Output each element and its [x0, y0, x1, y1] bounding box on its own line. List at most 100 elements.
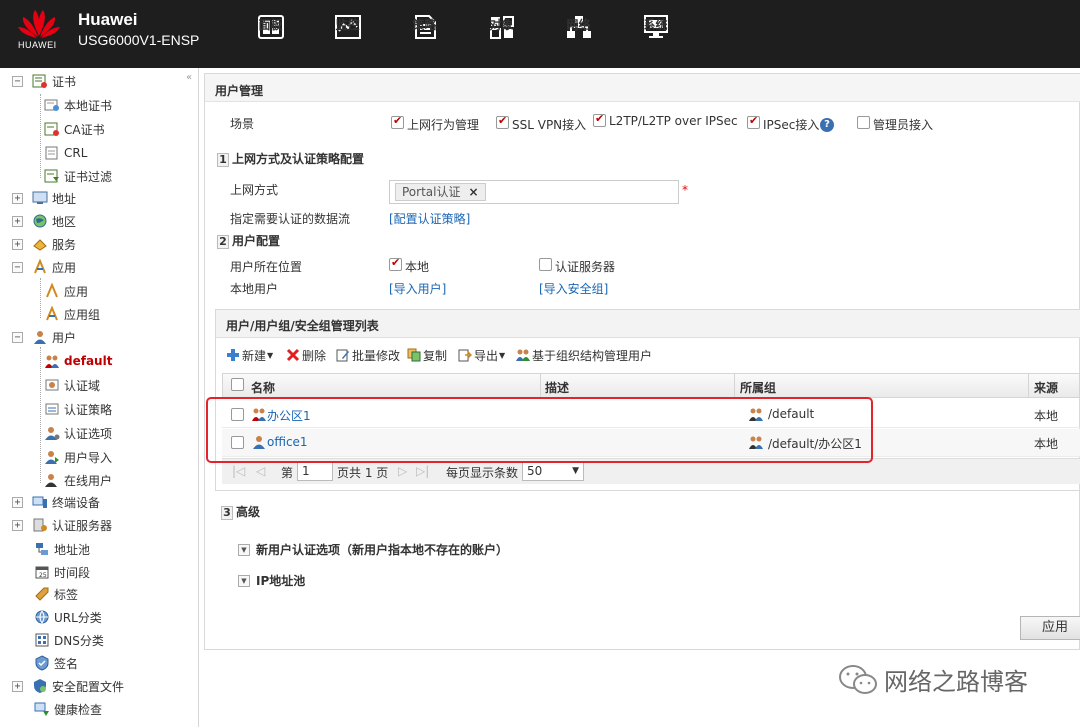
sidebar-item-auth-policy[interactable]: 认证策略	[44, 398, 112, 420]
auth-domain-icon	[45, 379, 59, 391]
scene-sslvpn-label: SSL VPN接入	[512, 118, 587, 132]
per-page-select[interactable]: 50 ▼	[522, 461, 584, 481]
export-button[interactable]: 导出 ▼	[458, 346, 505, 364]
prev-page-button[interactable]: ◁	[256, 464, 265, 478]
first-page-button[interactable]: |◁	[232, 464, 245, 478]
page-prefix: 第	[281, 466, 294, 480]
collapse-toggle[interactable]: −	[12, 261, 23, 273]
sidebar-collapse-button[interactable]: «	[186, 72, 192, 83]
expand-toggle[interactable]: +	[12, 192, 23, 204]
sidebar-item-signature[interactable]: 签名	[34, 652, 78, 674]
col-group[interactable]: 所属组	[740, 379, 776, 396]
sidebar-item-region[interactable]: + 地区	[12, 210, 76, 232]
collapse-toggle[interactable]: −	[12, 331, 23, 343]
sidebar-item-certificate[interactable]: − 证书	[12, 70, 76, 92]
sidebar-item-auth-options[interactable]: 认证选项	[44, 422, 112, 444]
location-local-checkbox[interactable]	[389, 256, 402, 271]
section3-number: 3	[221, 506, 233, 520]
service-icon	[33, 239, 47, 251]
last-page-button[interactable]: ▷|	[416, 464, 429, 478]
nav-system[interactable]: 系统	[617, 0, 694, 68]
expand-toggle[interactable]: +	[12, 680, 23, 692]
chevron-down-icon: ▼	[238, 574, 250, 587]
sidebar-item-online-users[interactable]: 在线用户	[44, 469, 112, 491]
col-name[interactable]: 名称	[251, 379, 275, 396]
delete-button[interactable]: 删除	[286, 346, 326, 364]
location-local-label: 本地	[405, 260, 430, 274]
row-source: 本地	[1034, 409, 1059, 423]
health-check-icon	[34, 702, 49, 716]
batch-edit-button[interactable]: 批量修改	[336, 346, 400, 364]
sidebar-item-auth-server[interactable]: + 认证服务器	[12, 514, 112, 536]
sidebar-item-health-check[interactable]: 健康检查	[34, 698, 102, 720]
sidebar-item-crl[interactable]: CRL	[44, 142, 87, 164]
auth-options-icon	[45, 427, 60, 440]
sidebar-item-user[interactable]: − 用户	[12, 326, 76, 348]
org-users-icon	[516, 349, 530, 361]
scene-internet-checkbox[interactable]	[391, 114, 404, 129]
tag-remove-icon[interactable]: ×	[468, 185, 478, 199]
scene-admin-checkbox[interactable]	[857, 116, 870, 129]
expand-toggle[interactable]: +	[12, 496, 23, 508]
page-suffix: 页共 1 页	[337, 466, 389, 480]
sidebar-item-user-import[interactable]: 用户导入	[44, 446, 112, 468]
sidebar-item-url-category[interactable]: URL分类	[34, 606, 102, 628]
scene-sslvpn-checkbox[interactable]	[496, 114, 509, 129]
sidebar-item-address[interactable]: + 地址	[12, 187, 76, 209]
import-security-group-link[interactable]: [导入安全组]	[539, 280, 608, 297]
huawei-logo	[18, 10, 60, 38]
sidebar-item-dns-category[interactable]: DNS分类	[34, 629, 104, 651]
expand-toggle[interactable]: +	[12, 519, 23, 531]
certificate-icon	[32, 74, 47, 88]
highlight-box	[206, 397, 873, 463]
nav-policy[interactable]: 策略	[386, 0, 463, 68]
online-users-icon	[45, 474, 57, 487]
expand-toggle[interactable]: +	[12, 215, 23, 227]
help-icon[interactable]: ?	[820, 118, 834, 132]
copy-button[interactable]: 复制	[407, 346, 447, 364]
sidebar-item-security-profile[interactable]: + 安全配置文件	[12, 675, 124, 697]
app-group-icon	[46, 306, 58, 321]
sidebar-item-ca-cert[interactable]: CA证书	[44, 118, 105, 140]
location-server-checkbox[interactable]	[539, 258, 552, 271]
sidebar-item-auth-domain[interactable]: 认证域	[44, 374, 100, 396]
import-user-link[interactable]: [导入用户]	[389, 280, 446, 297]
sidebar-item-app[interactable]: 应用	[44, 280, 88, 302]
shield-icon	[35, 655, 49, 671]
section1-number: 1	[217, 153, 229, 167]
scene-label: 场景	[230, 117, 255, 131]
access-mode-input[interactable]: Portal认证 ×	[389, 180, 679, 204]
nav-dashboard[interactable]: 面板	[232, 0, 309, 68]
org-manage-button[interactable]: 基于组织结构管理用户	[516, 346, 652, 364]
scene-l2tp-checkbox[interactable]	[593, 112, 606, 127]
ip-pool-expander[interactable]: ▼ IP地址池	[238, 572, 305, 589]
sidebar-item-cert-filter[interactable]: 证书过滤	[44, 165, 112, 187]
sidebar-item-service[interactable]: + 服务	[12, 233, 76, 255]
expand-toggle[interactable]: +	[12, 238, 23, 250]
next-page-button[interactable]: ▷	[398, 464, 407, 478]
scene-ipsec-checkbox[interactable]	[747, 114, 760, 129]
delete-icon	[286, 348, 300, 362]
nav-network[interactable]: 网络	[540, 0, 617, 68]
sidebar-item-tag[interactable]: 标签	[34, 583, 78, 605]
page-number-input[interactable]: 1	[297, 461, 333, 481]
select-all-checkbox[interactable]	[231, 378, 244, 391]
sidebar-item-app-group[interactable]: 应用组	[44, 303, 100, 325]
new-user-auth-expander[interactable]: ▼ 新用户认证选项（新用户指本地不存在的账户）	[238, 541, 508, 558]
new-button[interactable]: 新建 ▼	[226, 346, 273, 364]
nav-object[interactable]: 对象	[463, 0, 540, 68]
col-source[interactable]: 来源	[1034, 379, 1058, 396]
sidebar-item-terminal[interactable]: + 终端设备	[12, 491, 100, 513]
collapse-toggle[interactable]: −	[12, 75, 23, 87]
sidebar-item-address-pool[interactable]: 地址池	[34, 538, 90, 560]
plus-icon	[227, 349, 239, 361]
apply-button[interactable]: 应用	[1020, 616, 1080, 640]
sidebar-item-time-range[interactable]: 25 时间段	[34, 561, 90, 583]
sidebar-item-local-cert[interactable]: 本地证书	[44, 94, 112, 116]
config-auth-policy-link[interactable]: [配置认证策略]	[389, 210, 470, 227]
nav-monitor[interactable]: 监控	[309, 0, 386, 68]
col-description[interactable]: 描述	[545, 379, 569, 396]
section2-heading: 2 用户配置	[217, 232, 280, 249]
sidebar-item-application[interactable]: − 应用	[12, 256, 76, 278]
sidebar-item-default[interactable]: default	[44, 350, 112, 372]
